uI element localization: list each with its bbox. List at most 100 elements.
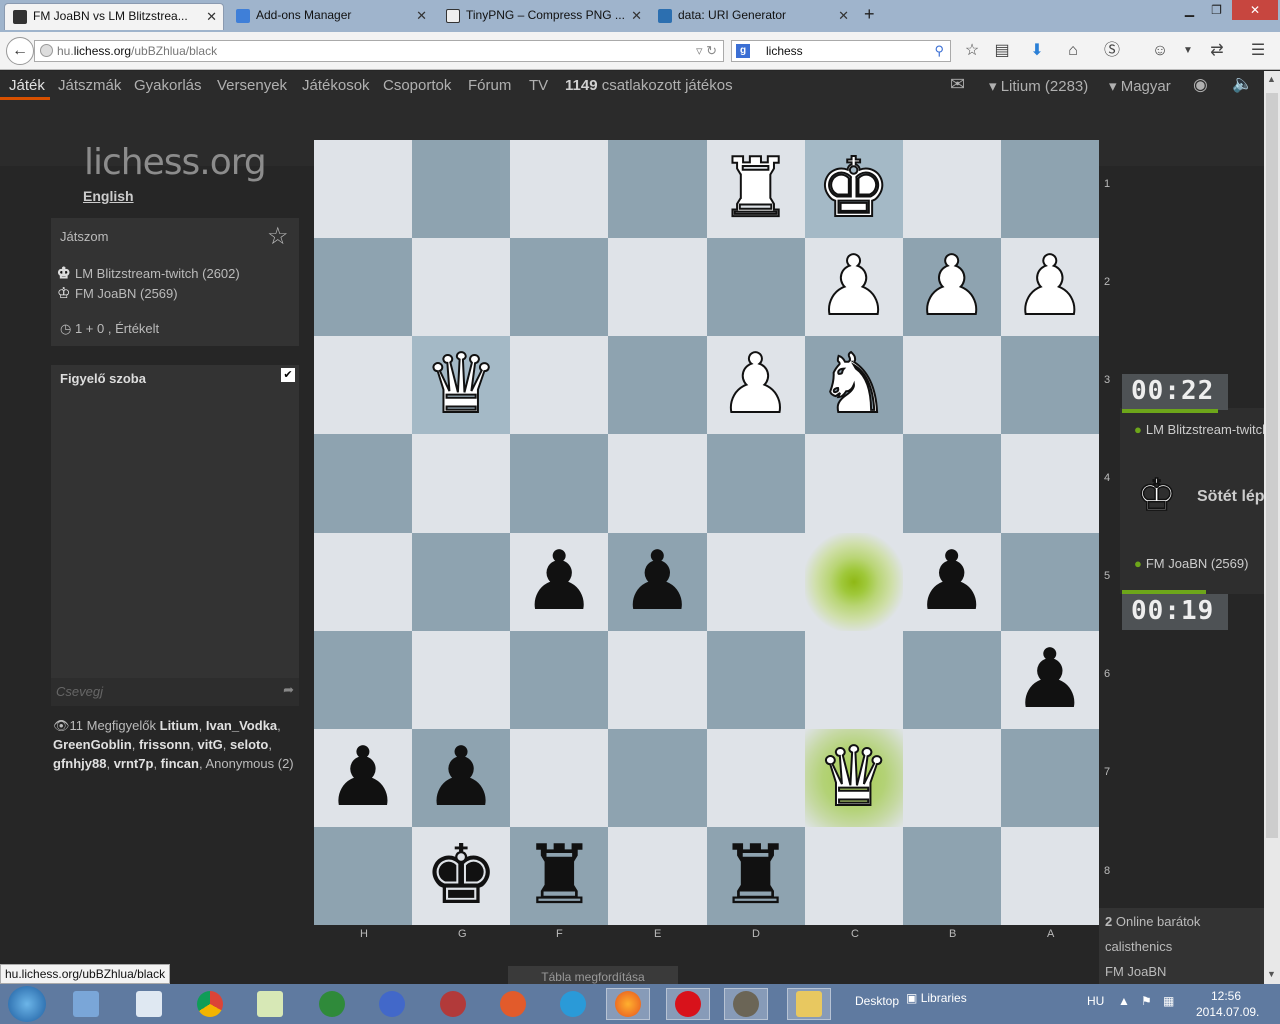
board-square[interactable] <box>412 630 511 729</box>
url-bar[interactable]: hu.lichess.org/ubBZhlua/black ▿ ↻ <box>34 40 724 62</box>
close-tab-icon[interactable]: ✕ <box>206 9 217 25</box>
libraries-toolbar[interactable]: ▣ Libraries <box>906 991 967 1005</box>
white-knight-icon[interactable]: ♞ <box>816 343 892 427</box>
watcher-name[interactable]: GreenGoblin <box>53 737 132 752</box>
board-square[interactable] <box>804 434 903 533</box>
firefox-icon[interactable] <box>606 988 650 1020</box>
board-square[interactable] <box>314 140 413 239</box>
board-square[interactable]: ♟ <box>412 728 511 827</box>
board-square[interactable]: ♟ <box>706 336 805 435</box>
board-square[interactable] <box>608 336 707 435</box>
board-square[interactable]: ♟ <box>902 532 1001 631</box>
watcher-name[interactable]: gfnhjy88 <box>53 756 106 771</box>
language-menu[interactable]: ▾ Magyar <box>1109 77 1171 95</box>
taskbar-app-8[interactable] <box>491 988 535 1020</box>
home-icon[interactable]: ⌂ <box>1063 41 1083 61</box>
board-square[interactable]: ♞ <box>804 336 903 435</box>
taskbar-app-1[interactable] <box>64 988 108 1020</box>
vertical-scrollbar[interactable]: ▲ ▼ <box>1264 71 1280 984</box>
sound-icon[interactable]: 🔈 <box>1232 74 1253 94</box>
reading-list-icon[interactable]: ▤ <box>992 41 1012 61</box>
close-tab-icon[interactable]: ✕ <box>416 8 427 24</box>
board-square[interactable]: ♚ <box>804 140 903 239</box>
friends-header[interactable]: 2 Online barátok <box>1105 914 1200 929</box>
board-square[interactable] <box>902 728 1001 827</box>
nav-jatszmak[interactable]: Játszmák <box>58 77 121 94</box>
watcher-name[interactable]: fincan <box>161 756 199 771</box>
board-square[interactable]: ♛ <box>412 336 511 435</box>
board-square[interactable]: ♚ <box>412 826 511 925</box>
black-pawn-icon[interactable]: ♟ <box>915 540 989 623</box>
board-square[interactable] <box>902 826 1001 925</box>
board-square[interactable]: ♟ <box>510 532 609 631</box>
board-square[interactable] <box>314 630 413 729</box>
board-square[interactable] <box>1000 728 1099 827</box>
online-players[interactable]: 1149 csatlakozott játékos <box>565 77 733 94</box>
board-square[interactable] <box>706 434 805 533</box>
board-square[interactable] <box>412 238 511 337</box>
board-square[interactable] <box>804 532 903 631</box>
nav-jatekosok[interactable]: Játékosok <box>302 77 370 94</box>
explorer-icon[interactable] <box>787 988 831 1020</box>
board-square[interactable] <box>902 140 1001 239</box>
board-square[interactable]: ♟ <box>1000 630 1099 729</box>
bookmark-star-icon[interactable]: ☆ <box>267 222 289 251</box>
browser-tab-addons[interactable]: Add-ons Manager ✕ <box>228 3 433 30</box>
taskbar-app-9[interactable] <box>551 988 595 1020</box>
white-player[interactable]: ♔ FM JoaBN (2569) <box>57 284 178 302</box>
board-square[interactable]: ♜ <box>706 140 805 239</box>
board-square[interactable] <box>902 434 1001 533</box>
board-square[interactable] <box>314 336 413 435</box>
board-square[interactable] <box>608 140 707 239</box>
board-square[interactable] <box>510 728 609 827</box>
scroll-up-icon[interactable]: ▲ <box>1267 74 1276 84</box>
search-icon[interactable]: ⚲ <box>934 41 944 61</box>
menu-icon[interactable]: ☰ <box>1248 41 1268 61</box>
board-square[interactable] <box>314 826 413 925</box>
bookmark-star-icon[interactable]: ☆ <box>962 41 982 61</box>
browser-tab-datauri[interactable]: data: URI Generator ✕ <box>650 3 855 30</box>
white-king-icon[interactable]: ♚ <box>816 147 892 231</box>
taskbar-app-6[interactable] <box>370 988 414 1020</box>
flip-board-button[interactable]: Tábla megfordítása <box>508 966 678 984</box>
mail-icon[interactable]: ✉ <box>950 74 965 95</box>
board-square[interactable] <box>510 630 609 729</box>
board-square[interactable] <box>706 728 805 827</box>
reload-icon[interactable]: ▿ ↻ <box>696 41 717 61</box>
system-clock[interactable]: 12:56 2014.07.09. <box>1196 988 1259 1020</box>
chess-board[interactable]: ♜ ♚ ♟ ♟ ♟ ♛ ♟ ♞ ♟ ♟ ♟ ♟ ♟ ♟ ♛ ♚ ♜ ♜ <box>314 140 1099 925</box>
new-tab-button[interactable]: + <box>864 4 875 25</box>
board-square[interactable] <box>608 728 707 827</box>
board-square[interactable] <box>706 630 805 729</box>
browser-tab-tinypng[interactable]: TinyPNG – Compress PNG ... ✕ <box>438 3 648 30</box>
board-square[interactable]: ♛ <box>804 728 903 827</box>
board-square[interactable]: ♟ <box>902 238 1001 337</box>
board-square[interactable]: ♟ <box>608 532 707 631</box>
tray-flag-icon[interactable]: ⚑ <box>1141 994 1152 1008</box>
black-pawn-icon[interactable]: ♟ <box>621 540 695 623</box>
board-square[interactable]: ♜ <box>706 826 805 925</box>
minimize-button[interactable]: ▁ <box>1176 0 1203 20</box>
board-square[interactable] <box>804 630 903 729</box>
nav-gyakorlas[interactable]: Gyakorlás <box>134 77 202 94</box>
white-pawn-icon[interactable]: ♟ <box>914 245 990 329</box>
white-pawn-icon[interactable]: ♟ <box>718 343 794 427</box>
language-link[interactable]: English <box>83 188 134 204</box>
board-square[interactable] <box>608 238 707 337</box>
maximize-button[interactable]: ❐ <box>1203 0 1230 20</box>
nav-versenyek[interactable]: Versenyek <box>217 77 287 94</box>
back-button[interactable]: ← <box>6 37 34 65</box>
friend-item[interactable]: calisthenics <box>1105 939 1172 954</box>
board-square[interactable] <box>608 826 707 925</box>
opera-icon[interactable] <box>666 988 710 1020</box>
addon-s-icon[interactable]: Ⓢ <box>1102 41 1122 61</box>
send-icon[interactable]: ➦ <box>283 682 294 698</box>
board-square[interactable] <box>314 434 413 533</box>
board-square[interactable] <box>1000 532 1099 631</box>
black-pawn-icon[interactable]: ♟ <box>1013 638 1087 721</box>
watcher-name[interactable]: vitG <box>198 737 223 752</box>
black-pawn-icon[interactable]: ♟ <box>424 736 498 819</box>
board-square[interactable] <box>412 434 511 533</box>
board-square[interactable]: ♜ <box>510 826 609 925</box>
black-pawn-icon[interactable]: ♟ <box>523 540 597 623</box>
